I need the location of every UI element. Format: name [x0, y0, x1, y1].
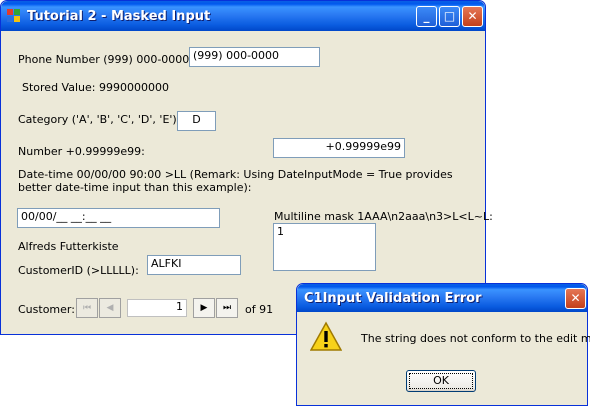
category-input[interactable]: D [177, 111, 216, 131]
next-icon: ▶ [200, 303, 208, 313]
company-name-text: Alfreds Futterkiste [18, 240, 119, 253]
main-title-bar[interactable]: Tutorial 2 - Masked Input _ □ ✕ [1, 1, 485, 31]
maximize-button[interactable]: □ [439, 6, 460, 27]
multiline-label: Multiline mask 1AAA\n2aaa\n3>L<L~L: [274, 210, 493, 223]
minimize-button[interactable]: _ [416, 6, 437, 27]
dialog-title-bar[interactable]: C1Input Validation Error ✕ [297, 284, 587, 312]
number-input[interactable]: +0.99999e99 [273, 138, 405, 158]
nav-last-button[interactable]: ⏭ [216, 298, 238, 318]
datetime-input[interactable]: 00/00/__ __:__ __ [17, 208, 220, 228]
multiline-input[interactable]: 1 [273, 223, 376, 271]
dialog-message: The string does not conform to the edit … [361, 332, 590, 345]
nav-next-button[interactable]: ▶ [193, 298, 215, 318]
window-title: Tutorial 2 - Masked Input [27, 9, 211, 24]
category-label: Category ('A', 'B', 'C', 'D', 'E'): [18, 113, 181, 126]
close-button[interactable]: ✕ [462, 6, 483, 27]
ok-button[interactable]: OK [406, 370, 476, 392]
prev-icon: ◀ [106, 303, 114, 313]
nav-first-button[interactable]: ⏮ [76, 298, 98, 318]
app-icon [7, 9, 21, 23]
customer-nav-label: Customer: [18, 303, 75, 316]
datetime-label: Date-time 00/00/00 90:00 >LL (Remark: Us… [18, 168, 453, 194]
nav-prev-button[interactable]: ◀ [99, 298, 121, 318]
dialog-title: C1Input Validation Error [304, 291, 482, 306]
number-label: Number +0.99999e99: [18, 145, 145, 158]
phone-input[interactable]: (999) 000-0000 [189, 47, 320, 67]
customer-id-input[interactable]: ALFKI [147, 255, 241, 275]
nav-position-input[interactable]: 1 [127, 299, 187, 317]
customer-id-label: CustomerID (>LLLLL): [18, 264, 139, 277]
warning-icon [310, 321, 342, 351]
phone-label: Phone Number (999) 000-0000: [18, 53, 193, 66]
dialog-close-button[interactable]: ✕ [565, 288, 586, 309]
skip-first-icon: ⏮ [82, 303, 92, 313]
skip-last-icon: ⏭ [222, 303, 232, 313]
stored-value-text: Stored Value: 9990000000 [22, 81, 169, 94]
nav-total-text: of 91 [245, 303, 274, 316]
